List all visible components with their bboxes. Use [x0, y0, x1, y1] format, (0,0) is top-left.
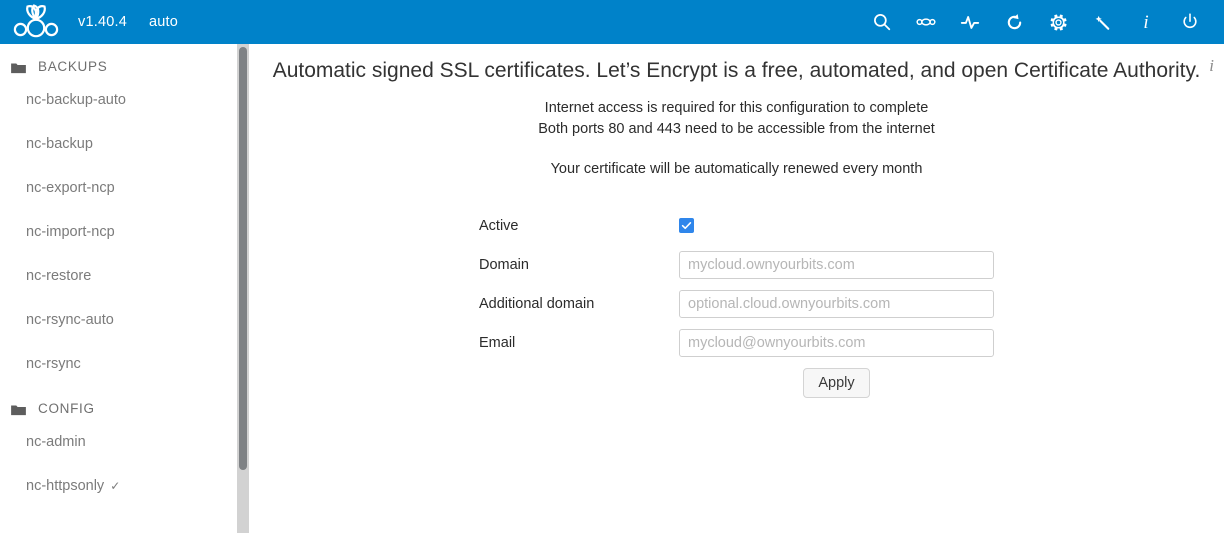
domain-label: Domain	[479, 256, 529, 273]
brand-area: v1.40.4 auto	[0, 0, 178, 44]
form-row-additional-domain: Additional domain	[249, 284, 1224, 323]
lead-text-line-1: Internet access is required for this con…	[544, 100, 929, 116]
domain-control	[679, 250, 994, 279]
sidebar-item-label: nc-restore	[26, 268, 92, 284]
lead-text-line-2: Both ports 80 and 443 need to be accessi…	[538, 121, 935, 137]
sidebar-item-label: nc-httpsonly	[26, 478, 105, 494]
sidebar-item-label: nc-export-ncp	[26, 180, 115, 196]
sidebar-scrollbar-track[interactable]	[237, 44, 249, 533]
sidebar-item-nc-restore[interactable]: nc-restore	[0, 254, 237, 298]
main-content: Automatic signed SSL certificates. Let’s…	[249, 44, 1224, 533]
domain-input[interactable]	[679, 250, 994, 279]
gear-icon[interactable]	[1036, 0, 1080, 44]
sidebar-item-nc-admin[interactable]: nc-admin	[0, 420, 237, 464]
sidebar-item-label: nc-backup-auto	[26, 92, 126, 108]
sidebar-item-nc-import-ncp[interactable]: nc-import-ncp	[0, 210, 237, 254]
sidebar-item-label: nc-admin	[26, 434, 86, 450]
sidebar-item-label: nc-import-ncp	[26, 224, 115, 240]
sidebar-item-nc-backup[interactable]: nc-backup	[0, 122, 237, 166]
email-input[interactable]	[679, 328, 994, 357]
enabled-check-icon: ✓	[110, 479, 121, 493]
email-label: Email	[479, 334, 516, 351]
sidebar-group-label: CONFIG	[38, 401, 95, 416]
version-label: v1.40.4	[78, 14, 127, 30]
folder-icon	[11, 61, 26, 73]
active-checkbox[interactable]	[679, 218, 694, 233]
info-icon-glyph: i	[1143, 11, 1149, 33]
sidebar-group-backups[interactable]: BACKUPS	[0, 55, 237, 78]
sidebar-item-nc-rsync-auto[interactable]: nc-rsync-auto	[0, 298, 237, 342]
update-refresh-icon[interactable]	[992, 0, 1036, 44]
mode-label: auto	[148, 14, 178, 30]
info-icon[interactable]: i	[1124, 0, 1168, 44]
top-toolbar: i	[860, 0, 1224, 44]
sidebar-group-label: BACKUPS	[38, 59, 108, 74]
activity-pulse-icon[interactable]	[948, 0, 992, 44]
sidebar-item-label: nc-rsync	[26, 356, 81, 372]
form-row-email: Email	[249, 323, 1224, 362]
letsencrypt-form: Active Domain Additional domain Emai	[249, 206, 1224, 398]
sidebar-item-label: nc-backup	[26, 136, 93, 152]
form-row-domain: Domain	[249, 245, 1224, 284]
search-icon[interactable]	[860, 0, 904, 44]
lead-text-line-3: Your certificate will be automatically r…	[550, 161, 923, 177]
additional-domain-input[interactable]	[679, 289, 994, 318]
additional-domain-label: Additional domain	[479, 295, 595, 312]
apply-button[interactable]: Apply	[803, 368, 870, 398]
sidebar-group-config[interactable]: CONFIG	[0, 397, 237, 420]
page-title: Automatic signed SSL certificates. Let’s…	[272, 59, 1201, 82]
sidebar: BACKUPS nc-backup-auto nc-backup nc-expo…	[0, 44, 237, 533]
email-control	[679, 328, 994, 357]
magic-wand-icon[interactable]	[1080, 0, 1124, 44]
sidebar-scrollbar-thumb[interactable]	[239, 47, 247, 470]
active-control	[679, 218, 994, 233]
sidebar-item-nc-rsync[interactable]: nc-rsync	[0, 342, 237, 386]
folder-icon	[11, 403, 26, 415]
sidebar-item-label: nc-rsync-auto	[26, 312, 114, 328]
sidebar-item-nc-httpsonly[interactable]: nc-httpsonly ✓	[0, 464, 237, 508]
form-row-active: Active	[249, 206, 1224, 245]
heading-info-icon[interactable]: i	[1209, 56, 1214, 76]
sidebar-item-nc-backup-auto[interactable]: nc-backup-auto	[0, 78, 237, 122]
link-icon[interactable]	[904, 0, 948, 44]
power-icon[interactable]	[1168, 0, 1212, 44]
active-label: Active	[479, 217, 519, 234]
sidebar-item-nc-export-ncp[interactable]: nc-export-ncp	[0, 166, 237, 210]
apply-row: Apply	[249, 368, 1224, 398]
nextcloudpi-raspberry-logo	[10, 3, 62, 41]
top-bar: v1.40.4 auto i	[0, 0, 1224, 44]
additional-domain-control	[679, 289, 994, 318]
